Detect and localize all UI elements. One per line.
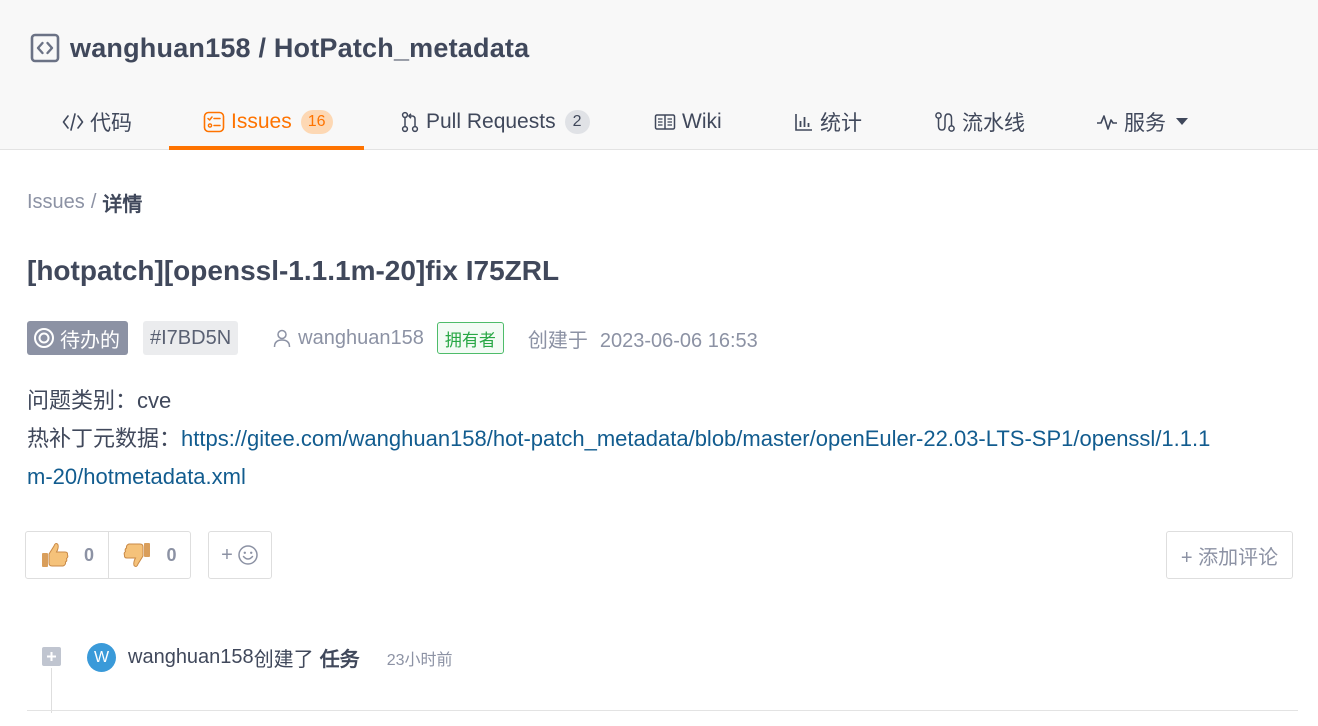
author-name: wanghuan158: [298, 326, 424, 349]
thumbs-up-reaction[interactable]: 0: [26, 532, 108, 578]
add-reaction-button[interactable]: +: [208, 531, 272, 579]
chevron-down-icon: [1176, 118, 1188, 126]
issue-type-label: 问题类别：: [27, 388, 138, 413]
created-time: 2023-06-06 16:53: [599, 329, 758, 352]
divider: [27, 710, 1298, 711]
timeline-line: [51, 668, 52, 713]
tab-label: 服务: [1124, 112, 1166, 135]
issue-type-value: cve: [137, 388, 172, 413]
created-label: 创建于: [527, 329, 588, 352]
hotpatch-metadata-line: 热补丁元数据：https://gitee.com/wanghuan158/hot…: [27, 420, 1227, 496]
task-created-icon: [42, 647, 61, 666]
timeline-event: wanghuan158 创建了 任务 23小时前: [128, 643, 453, 672]
tab-code[interactable]: 代码: [62, 94, 132, 150]
target-icon: [33, 327, 55, 349]
issue-author[interactable]: wanghuan158: [272, 327, 424, 350]
pull-requests-count-badge: 2: [564, 110, 590, 134]
code-repo-icon: [30, 33, 60, 63]
issue-state-badge[interactable]: 待办的: [27, 321, 128, 355]
repo-title: wanghuan158 / HotPatch_metadata: [30, 30, 529, 66]
tab-label: 流水线: [962, 112, 1025, 135]
tab-wiki[interactable]: Wiki: [654, 94, 722, 150]
event-time: 23小时前: [386, 651, 453, 669]
book-icon: [654, 113, 676, 131]
tab-label: Issues: [231, 110, 292, 133]
issue-title: [hotpatch][openssl-1.1.1m-20]fix I75ZRL: [27, 255, 560, 286]
repo-header: wanghuan158 / HotPatch_metadata 代码 Issue…: [0, 0, 1318, 150]
issues-count-badge: 16: [300, 110, 333, 134]
issue-state-label: 待办的: [60, 329, 120, 352]
issues-icon: [203, 111, 225, 133]
code-icon: [62, 112, 84, 132]
breadcrumb-issues-link[interactable]: Issues: [27, 191, 85, 214]
issue-meta: 待办的 #I7BD5N wanghuan158 拥有者 创建于 2023-06-0…: [27, 320, 758, 356]
tab-label: 代码: [90, 112, 132, 135]
avatar[interactable]: W: [87, 643, 116, 672]
tab-label: Wiki: [682, 110, 722, 133]
plus-label: +: [221, 543, 233, 566]
breadcrumb-current: 详情: [102, 194, 143, 216]
tab-label: Pull Requests: [426, 110, 556, 133]
tab-services[interactable]: 服务: [1096, 94, 1188, 150]
thumbs-down-reaction[interactable]: 0: [108, 532, 190, 578]
hotpatch-metadata-label: 热补丁元数据：: [27, 426, 182, 451]
event-object: 任务: [319, 649, 360, 671]
breadcrumb: Issues / 详情: [27, 188, 142, 217]
user-icon: [272, 328, 292, 348]
issue-type-line: 问题类别：cve: [27, 382, 1227, 420]
issue-body: 问题类别：cve 热补丁元数据：https://gitee.com/wanghu…: [27, 382, 1227, 496]
tab-pipeline[interactable]: 流水线: [934, 94, 1025, 150]
event-action: 创建了: [253, 649, 314, 671]
event-actor[interactable]: wanghuan158: [128, 646, 254, 669]
hotpatch-metadata-link[interactable]: https://gitee.com/wanghuan158/hot-patch_…: [27, 426, 1210, 489]
tab-issues[interactable]: Issues 16: [203, 94, 333, 150]
active-tab-indicator: [169, 146, 364, 150]
repo-tabs: 代码 Issues 16 Pull Requests 2 Wiki 统计 流水线…: [0, 94, 1318, 150]
breadcrumb-separator: /: [90, 191, 97, 213]
pipeline-icon: [934, 111, 956, 133]
pulse-icon: [1096, 113, 1118, 131]
thumbs-up-count: 0: [83, 544, 94, 565]
issue-ident[interactable]: #I7BD5N: [143, 321, 239, 355]
smiley-icon: [237, 544, 259, 566]
tab-stats[interactable]: 统计: [794, 94, 862, 150]
thumbs-up-icon: [40, 541, 70, 569]
pull-request-icon: [400, 111, 420, 133]
stats-icon: [794, 112, 814, 132]
thumbs-down-count: 0: [166, 544, 177, 565]
owner-badge: 拥有者: [436, 322, 504, 354]
repo-name-link[interactable]: wanghuan158 / HotPatch_metadata: [70, 33, 529, 64]
thumbs-down-icon: [122, 541, 152, 569]
reaction-group: 0 0: [25, 531, 191, 579]
tab-label: 统计: [820, 112, 862, 135]
add-comment-button[interactable]: + 添加评论: [1166, 531, 1293, 579]
issue-created: 创建于 2023-06-06 16:53: [528, 324, 758, 353]
tab-pull-requests[interactable]: Pull Requests 2: [400, 94, 590, 150]
